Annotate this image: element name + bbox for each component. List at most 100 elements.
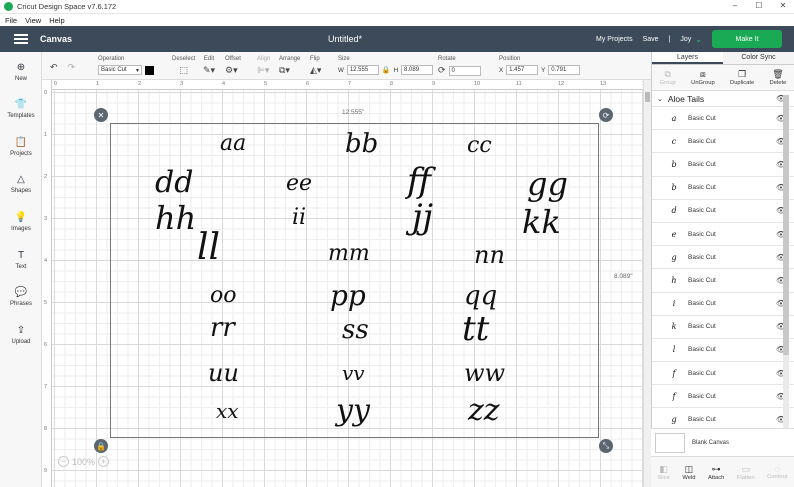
layer-row[interactable]: f Basic Cut 👁	[652, 385, 794, 409]
tool-upload[interactable]: ⇪ Upload	[0, 325, 42, 345]
height-field[interactable]: 8.089	[401, 65, 434, 75]
layer-row[interactable]: a Basic Cut 👁	[652, 107, 794, 131]
layer-row[interactable]: k Basic Cut 👁	[652, 316, 794, 339]
contour-button[interactable]: ◌ Contour	[767, 464, 788, 480]
tool-text[interactable]: T Text	[0, 250, 42, 270]
ruler-tick-label: 0	[54, 81, 58, 87]
menu-view[interactable]: View	[25, 16, 41, 25]
rotate-icon: ⟳	[438, 65, 446, 75]
canvas-scrollbar[interactable]	[643, 80, 651, 487]
weld-icon: ◫	[684, 463, 694, 474]
zoom-in-button[interactable]: +	[98, 456, 110, 467]
layer-row[interactable]: b Basic Cut 👁	[652, 177, 794, 200]
save-button[interactable]: Save	[643, 36, 659, 43]
layer-label: Basic Cut	[688, 114, 716, 122]
layer-row[interactable]: b Basic Cut 👁	[652, 153, 794, 177]
layer-row[interactable]: e Basic Cut 👁	[652, 223, 794, 247]
slice-button[interactable]: ◧ Slice	[657, 464, 670, 481]
ruler-tick-label: 2	[44, 174, 48, 180]
zoom-out-button[interactable]: −	[58, 456, 69, 467]
flatten-button[interactable]: ▭ Flatten	[737, 464, 755, 481]
tool-shapes[interactable]: △ Shapes	[0, 174, 42, 194]
delete-handle-icon[interactable]: ✕	[94, 108, 108, 122]
my-projects-link[interactable]: My Projects	[596, 36, 633, 43]
edit-group[interactable]: Edit ✎▾	[203, 56, 215, 76]
layer-label: Basic Cut	[688, 369, 716, 377]
layer-row[interactable]: l Basic Cut 👁	[652, 339, 794, 363]
rotate-handle-icon[interactable]: ⟳	[599, 108, 613, 122]
window-title: Cricut Design Space v7.6.172	[17, 2, 117, 11]
menu-file[interactable]: File	[5, 16, 17, 25]
menu-help[interactable]: Help	[49, 16, 64, 25]
blank-canvas-swatch	[655, 432, 685, 453]
layer-row[interactable]: f Basic Cut 👁	[652, 362, 794, 386]
tab-layers[interactable]: Layers	[652, 52, 723, 64]
layer-thumbnail: h	[671, 275, 677, 285]
layer-thumbnail: b	[671, 159, 677, 169]
user-menu[interactable]: Joy ⌄	[680, 35, 702, 44]
rotate-field[interactable]: 0	[448, 65, 481, 76]
lock-handle-icon[interactable]: 🔒	[94, 439, 108, 453]
offset-group[interactable]: Offset ⚙▾	[225, 56, 241, 76]
make-it-button[interactable]: Make It	[712, 30, 782, 48]
minimize-button[interactable]: –	[728, 1, 742, 10]
layer-thumbnail: f	[672, 368, 676, 378]
blank-canvas-label: Blank Canvas	[692, 439, 730, 446]
deselect-label: Deselect	[172, 56, 196, 62]
group-button[interactable]: ⧉ Group	[660, 69, 676, 86]
edit-label: Edit	[203, 56, 215, 62]
layers-panel: Layers Color Sync ⧉ Group ⧈ UnGroup ❐ Dupli…	[651, 52, 794, 487]
tool-new[interactable]: ⊕ New	[0, 62, 42, 82]
shapes-icon: △	[17, 174, 25, 185]
layer-thumbnail: c	[671, 136, 677, 146]
arrange-group[interactable]: Arrange ⧉▾	[279, 56, 300, 76]
flip-label: Flip	[310, 56, 320, 62]
selection-box[interactable]	[110, 123, 599, 438]
upload-icon: ⇪	[16, 325, 26, 336]
tool-templates[interactable]: 👕 Templates	[0, 99, 42, 119]
position-group: Position X 1.457 Y 0.791	[499, 56, 581, 75]
align-group[interactable]: Align ⊫▾	[257, 56, 270, 76]
tool-phrases[interactable]: 💬 Phrases	[0, 287, 42, 307]
deselect-group[interactable]: Deselect ⬚	[172, 56, 195, 76]
layer-row[interactable]: c Basic Cut 👁	[652, 130, 794, 154]
width-field[interactable]: 12.555	[346, 65, 379, 75]
text-icon: T	[17, 250, 25, 261]
layer-group-header[interactable]: ⌄ Aloe Tails 👁	[652, 91, 794, 107]
lock-icon[interactable]: 🔒	[382, 66, 391, 74]
layer-label: Basic Cut	[688, 207, 716, 215]
duplicate-button[interactable]: ❐ Duplicate	[730, 69, 754, 86]
tool-images[interactable]: 💡 Images	[0, 212, 42, 232]
layers-scrollbar[interactable]	[783, 95, 789, 428]
tool-projects[interactable]: 📋 Projects	[0, 137, 42, 157]
arrange-icon: ⧉▾	[279, 65, 290, 75]
redo-icon[interactable]: ↷	[68, 62, 76, 73]
layer-row[interactable]: i Basic Cut 👁	[652, 293, 794, 316]
ungroup-button[interactable]: ⧈ UnGroup	[691, 69, 715, 86]
ruler-tick-label: 11	[516, 81, 522, 87]
layer-thumbnail: k	[671, 322, 677, 332]
weld-button[interactable]: ◫ Weld	[682, 464, 695, 481]
flip-group[interactable]: Flip ◭▾	[310, 56, 321, 76]
resize-handle-icon[interactable]: ⤡	[599, 439, 613, 453]
hamburger-menu-icon[interactable]	[14, 34, 28, 44]
chevron-down-icon[interactable]: ⌄	[657, 95, 663, 103]
close-window-button[interactable]: ✕	[776, 1, 790, 10]
header-divider: |	[668, 35, 671, 43]
layer-row[interactable]: d Basic Cut 👁	[652, 200, 794, 223]
blank-canvas-row[interactable]: Blank Canvas	[651, 428, 794, 456]
y-field[interactable]: 0.791	[548, 65, 581, 75]
tab-color-sync[interactable]: Color Sync	[723, 52, 794, 64]
ruler-tick-label: 9	[44, 468, 48, 474]
ruler-tick-label: 3	[44, 216, 48, 222]
maximize-button[interactable]: ☐	[752, 1, 766, 10]
layer-row[interactable]: g Basic Cut 👁	[652, 246, 794, 270]
delete-button[interactable]: 🗑 Delete	[770, 69, 787, 86]
x-field[interactable]: 1.457	[506, 65, 539, 75]
color-swatch[interactable]	[145, 65, 154, 75]
clipboard-icon: 📋	[14, 137, 28, 148]
undo-icon[interactable]: ↶	[50, 62, 58, 73]
layer-row[interactable]: h Basic Cut 👁	[652, 269, 794, 293]
attach-button[interactable]: ⊶ Attach	[708, 464, 724, 481]
operation-select[interactable]: Basic Cut ▾	[98, 65, 142, 75]
